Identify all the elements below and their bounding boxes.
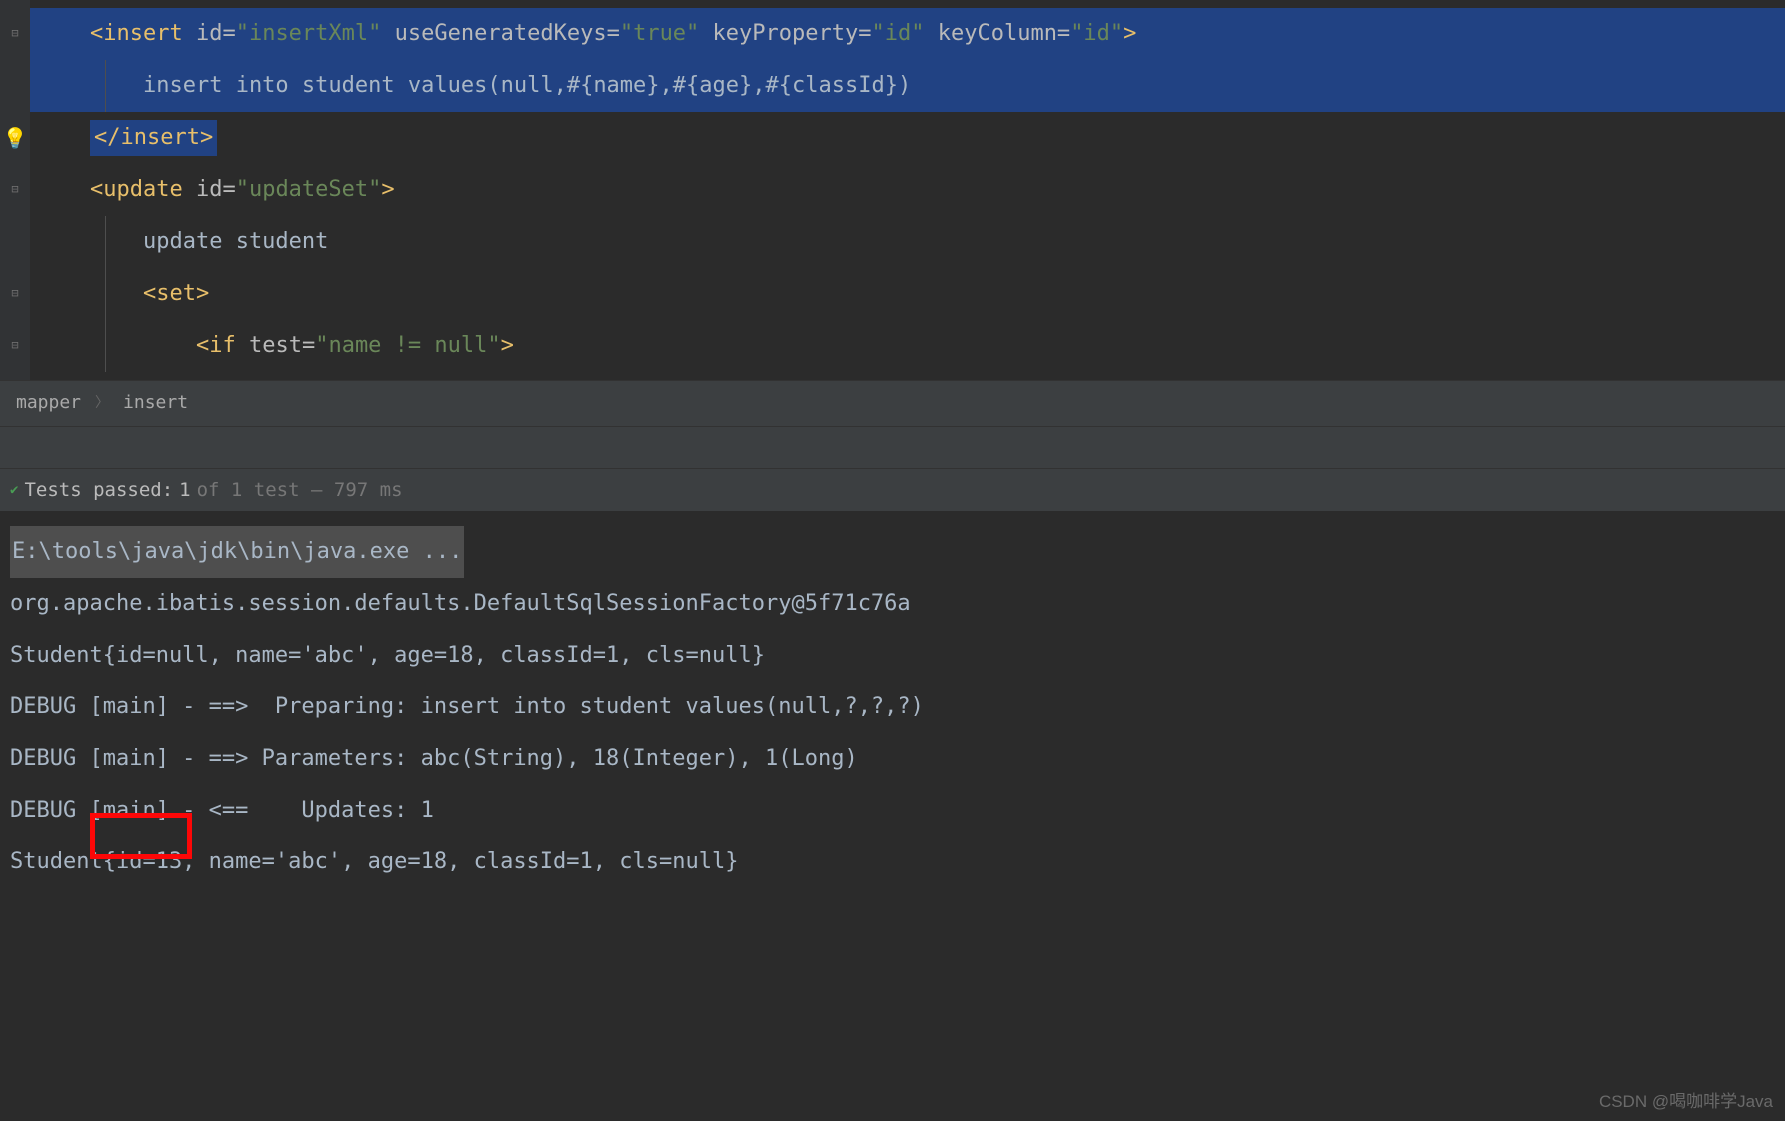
code-line[interactable]: <set> (30, 268, 1785, 320)
xml-attr: test= (236, 328, 315, 363)
breadcrumb-item[interactable]: mapper (16, 389, 81, 418)
xml-tag: <if (196, 328, 236, 363)
code-line[interactable]: </insert> (30, 112, 1785, 164)
xml-tag: > (381, 172, 394, 207)
gutter-spacer (0, 60, 30, 112)
fold-icon[interactable]: ⊟ (0, 8, 30, 60)
sql-text: update student (90, 224, 328, 259)
breadcrumb-item[interactable]: insert (123, 389, 188, 418)
test-status-bar: ✔ Tests passed: 1 of 1 test – 797 ms (0, 469, 1785, 511)
xml-tag: > (501, 328, 514, 363)
xml-tag: > (1123, 16, 1136, 51)
fold-icon[interactable]: ⊟ (0, 268, 30, 320)
check-icon: ✔ (10, 479, 18, 501)
watermark: CSDN @喝咖啡学Java (1599, 1088, 1773, 1115)
code-line[interactable]: <insert id="insertXml" useGeneratedKeys=… (30, 8, 1785, 60)
intention-bulb-icon[interactable]: 💡 (0, 112, 30, 164)
gutter-spacer (0, 216, 30, 268)
fold-icon[interactable]: ⊟ (0, 320, 30, 372)
xml-value: "updateSet" (236, 172, 382, 207)
code-content[interactable]: <insert id="insertXml" useGeneratedKeys=… (30, 0, 1785, 380)
xml-value: "true" (620, 16, 699, 51)
test-suffix: of 1 test – 797 ms (197, 475, 403, 505)
console-line: org.apache.ibatis.session.defaults.Defau… (10, 578, 1775, 630)
console-line: Student{id=null, name='abc', age=18, cla… (10, 630, 1775, 682)
console-line: Student{id=13, name='abc', age=18, class… (10, 836, 1775, 888)
code-line[interactable]: insert into student values(null,#{name},… (30, 60, 1785, 112)
code-line[interactable]: <if test="name != null"> (30, 320, 1785, 372)
xml-tag: </insert> (90, 120, 217, 155)
code-line[interactable]: <update id="updateSet"> (30, 164, 1785, 216)
console-line: DEBUG [main] - ==> Preparing: insert int… (10, 681, 1775, 733)
xml-attr: keyColumn= (924, 16, 1070, 51)
xml-tag: <insert (90, 16, 183, 51)
breadcrumb: mapper 〉 insert (0, 380, 1785, 427)
xml-tag: <update (90, 172, 183, 207)
chevron-right-icon: 〉 (95, 392, 109, 414)
code-line[interactable]: update student (30, 216, 1785, 268)
xml-value: "insertXml" (236, 16, 382, 51)
test-count: 1 (179, 475, 190, 505)
xml-attr: id= (183, 172, 236, 207)
gutter: ⊟ 💡 ⊟ ⊟ ⊟ (0, 0, 30, 380)
sql-text: insert into student values(null,#{name},… (90, 68, 911, 103)
console-output[interactable]: E:\tools\java\jdk\bin\java.exe ... org.a… (0, 511, 1785, 918)
xml-value: "name != null" (315, 328, 500, 363)
console-line: DEBUG [main] - <== Updates: 1 (10, 785, 1775, 837)
console-line: E:\tools\java\jdk\bin\java.exe ... (10, 526, 1775, 578)
test-label: Tests passed: (24, 475, 173, 505)
command-line: E:\tools\java\jdk\bin\java.exe ... (10, 526, 464, 578)
panel-divider[interactable] (0, 427, 1785, 469)
xml-attr: keyProperty= (699, 16, 871, 51)
xml-attr: useGeneratedKeys= (381, 16, 619, 51)
xml-attr: id= (183, 16, 236, 51)
fold-icon[interactable]: ⊟ (0, 164, 30, 216)
xml-value: "id" (872, 16, 925, 51)
xml-tag: <set> (90, 276, 209, 311)
xml-value: "id" (1070, 16, 1123, 51)
console-line: DEBUG [main] - ==> Parameters: abc(Strin… (10, 733, 1775, 785)
code-editor[interactable]: ⊟ 💡 ⊟ ⊟ ⊟ <insert id="insertXml" useGene… (0, 0, 1785, 380)
